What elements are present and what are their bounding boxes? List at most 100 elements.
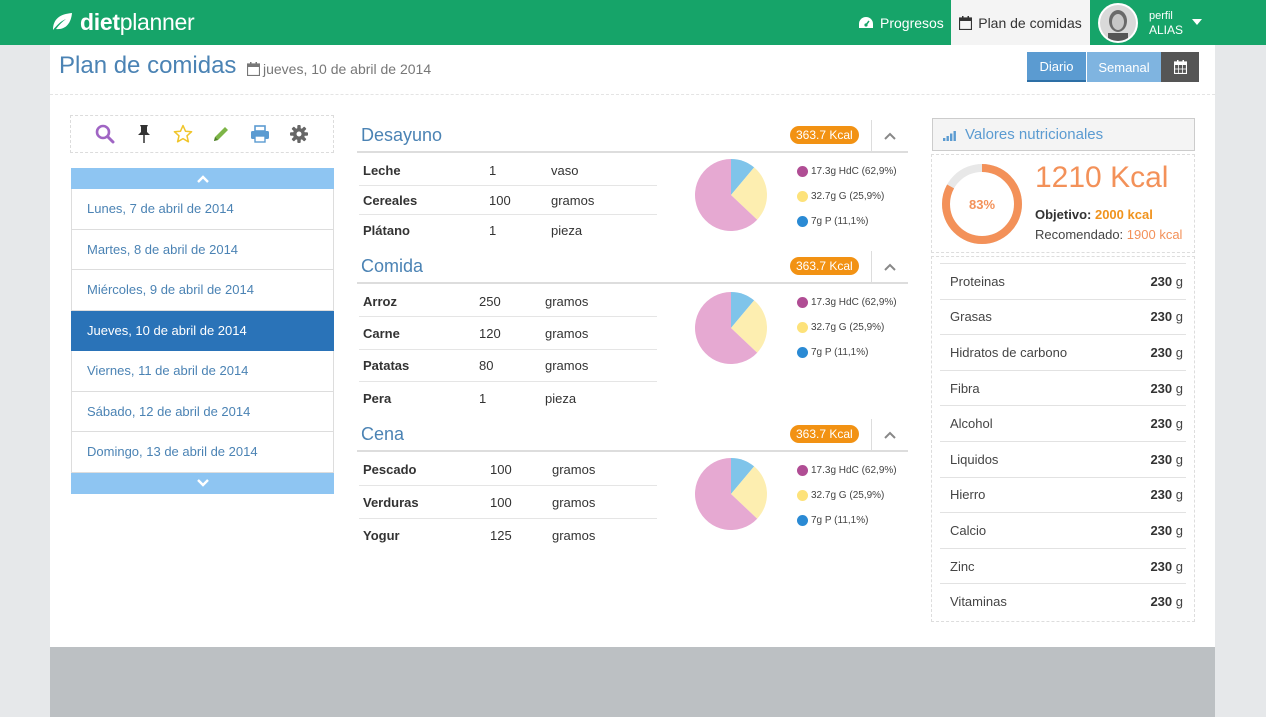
day-item[interactable]: Viernes, 11 de abril de 2014: [71, 351, 334, 392]
recommended-label: Recomendado:: [1035, 227, 1124, 242]
nutrient-value: 230 g: [1150, 452, 1183, 467]
legend-dot: [797, 297, 808, 308]
meal-section: Cena 363.7 Kcal Pescado 100 gramos Verduras 10…: [357, 419, 908, 543]
nutrient-label: Fibra: [950, 380, 980, 396]
day-item[interactable]: Miércoles, 9 de abril de 2014: [71, 270, 334, 311]
food-row[interactable]: Patatas 80 gramos: [359, 350, 657, 382]
nav-plan-de-comidas[interactable]: Plan de comidas: [951, 0, 1090, 45]
caret-down-icon: [1192, 19, 1202, 25]
food-name: Plátano: [363, 223, 410, 238]
nutrient-label: Hierro: [950, 487, 986, 503]
pin-icon: [137, 125, 150, 143]
calorie-progress-ring: 83%: [942, 164, 1022, 244]
total-kcal: 1210 Kcal: [1035, 161, 1169, 194]
nutrient-row: Hierro 230 g: [940, 476, 1186, 513]
nutrient-unit: g: [1175, 273, 1183, 289]
nutrient-value: 230 g: [1150, 345, 1183, 360]
macro-legend: 17.3g HdC (62,9%) 32.7g G (25,9%) 7g P (11…: [797, 458, 897, 533]
legend-item: 32.7g G (25,9%): [797, 315, 897, 340]
view-switcher: Diario Semanal: [1027, 52, 1199, 82]
settings-button[interactable]: [288, 123, 310, 145]
nutrient-list: Proteinas 230 g Grasas 230 g Hidratos de car…: [931, 256, 1195, 622]
meal-title: Comida: [361, 256, 424, 276]
scroll-up-button[interactable]: [71, 168, 334, 189]
chevron-up-icon: [884, 263, 896, 271]
day-item[interactable]: Martes, 8 de abril de 2014: [71, 229, 334, 270]
food-quantity: 1: [479, 390, 487, 406]
calendar-button[interactable]: [1161, 52, 1199, 82]
nutrient-amount: 230: [1150, 451, 1173, 467]
food-row[interactable]: Cereales 100 gramos: [359, 186, 657, 215]
meal-kcal-badge: 363.7 Kcal: [790, 425, 859, 443]
collapse-button[interactable]: [871, 419, 908, 450]
signal-bars-icon: [943, 130, 956, 141]
nutrient-label: Liquidos: [950, 451, 999, 467]
nutrient-unit: g: [1175, 416, 1183, 432]
food-quantity: 120: [479, 325, 501, 341]
food-name: Leche: [363, 162, 401, 178]
nutrient-row: Zinc 230 g: [940, 547, 1186, 584]
print-button[interactable]: [249, 123, 271, 145]
food-unit: gramos: [551, 192, 595, 208]
logo[interactable]: diet planner: [50, 8, 195, 36]
profile-small-label: perfil: [1149, 9, 1173, 22]
legend-label: 32.7g G (25,9%): [811, 490, 885, 501]
legend-item: 17.3g HdC (62,9%): [797, 458, 897, 483]
page-header: Plan de comidas jueves, 10 de abril de 2…: [50, 45, 1215, 95]
nutrient-unit: g: [1175, 344, 1183, 360]
food-name: Arroz: [363, 293, 397, 309]
food-name: Patatas: [363, 358, 410, 373]
food-row[interactable]: Leche 1 vaso: [359, 155, 657, 186]
nutrient-unit: g: [1175, 558, 1183, 574]
pin-button[interactable]: [133, 123, 155, 145]
nav-progresos[interactable]: Progresos: [858, 0, 944, 45]
chevron-down-icon: [196, 479, 209, 487]
nutrient-row: Alcohol 230 g: [940, 405, 1186, 441]
favorite-button[interactable]: [172, 123, 194, 145]
food-quantity: 100: [489, 192, 511, 208]
day-item[interactable]: Domingo, 13 de abril de 2014: [71, 432, 334, 473]
day-item[interactable]: Lunes, 7 de abril de 2014: [71, 189, 334, 230]
objective-label: Objetivo:: [1035, 207, 1092, 222]
food-row[interactable]: Pescado 100 gramos: [359, 454, 657, 486]
food-row[interactable]: Arroz 250 gramos: [359, 286, 657, 317]
legend-dot: [797, 322, 808, 333]
scroll-down-button[interactable]: [71, 472, 334, 494]
day-item[interactable]: Sábado, 12 de abril de 2014: [71, 391, 334, 432]
logo-text: planner: [119, 8, 195, 35]
nutrient-label: Zinc: [950, 558, 975, 574]
food-name: Pera: [363, 390, 392, 406]
meal-kcal-badge: 363.7 Kcal: [790, 257, 859, 275]
food-quantity: 125: [490, 527, 512, 543]
legend-dot: [797, 465, 808, 476]
nutrient-row: Vitaminas 230 g: [940, 583, 1186, 619]
collapse-button[interactable]: [871, 251, 908, 282]
nutrient-amount: 230: [1150, 416, 1173, 432]
food-row[interactable]: Pera 1 pieza: [359, 382, 657, 414]
page-date: jueves, 10 de abril de 2014: [247, 61, 431, 77]
page-title: Plan de comidas: [59, 52, 237, 79]
legend-item: 17.3g HdC (62,9%): [797, 159, 897, 184]
collapse-button[interactable]: [871, 120, 908, 151]
food-row[interactable]: Plátano 1 pieza: [359, 215, 657, 246]
food-name: Yogur: [363, 527, 400, 543]
macro-pie-chart: [695, 292, 767, 364]
food-row[interactable]: Carne 120 gramos: [359, 317, 657, 350]
food-row[interactable]: Verduras 100 gramos: [359, 486, 657, 519]
food-row[interactable]: Yogur 125 gramos: [359, 519, 657, 551]
view-semanal-button[interactable]: Semanal: [1087, 52, 1161, 82]
legend-item: 32.7g G (25,9%): [797, 483, 897, 508]
nutrient-amount: 230: [1150, 558, 1173, 574]
edit-button[interactable]: [210, 123, 232, 145]
calendar-icon: [247, 62, 260, 76]
search-button[interactable]: [94, 123, 116, 145]
legend-label: 17.3g HdC (62,9%): [811, 166, 897, 177]
legend-item: 7g P (11,1%): [797, 340, 897, 365]
day-item[interactable]: Jueves, 10 de abril de 2014: [71, 310, 334, 351]
nutrient-value: 230 g: [1150, 309, 1183, 324]
nutrient-amount: 230: [1150, 487, 1173, 503]
nutrition-header[interactable]: Valores nutricionales: [932, 118, 1195, 151]
leaf-icon: [53, 13, 72, 30]
profile-menu[interactable]: perfil ALIAS: [1090, 0, 1206, 45]
view-diario-button[interactable]: Diario: [1027, 52, 1086, 82]
